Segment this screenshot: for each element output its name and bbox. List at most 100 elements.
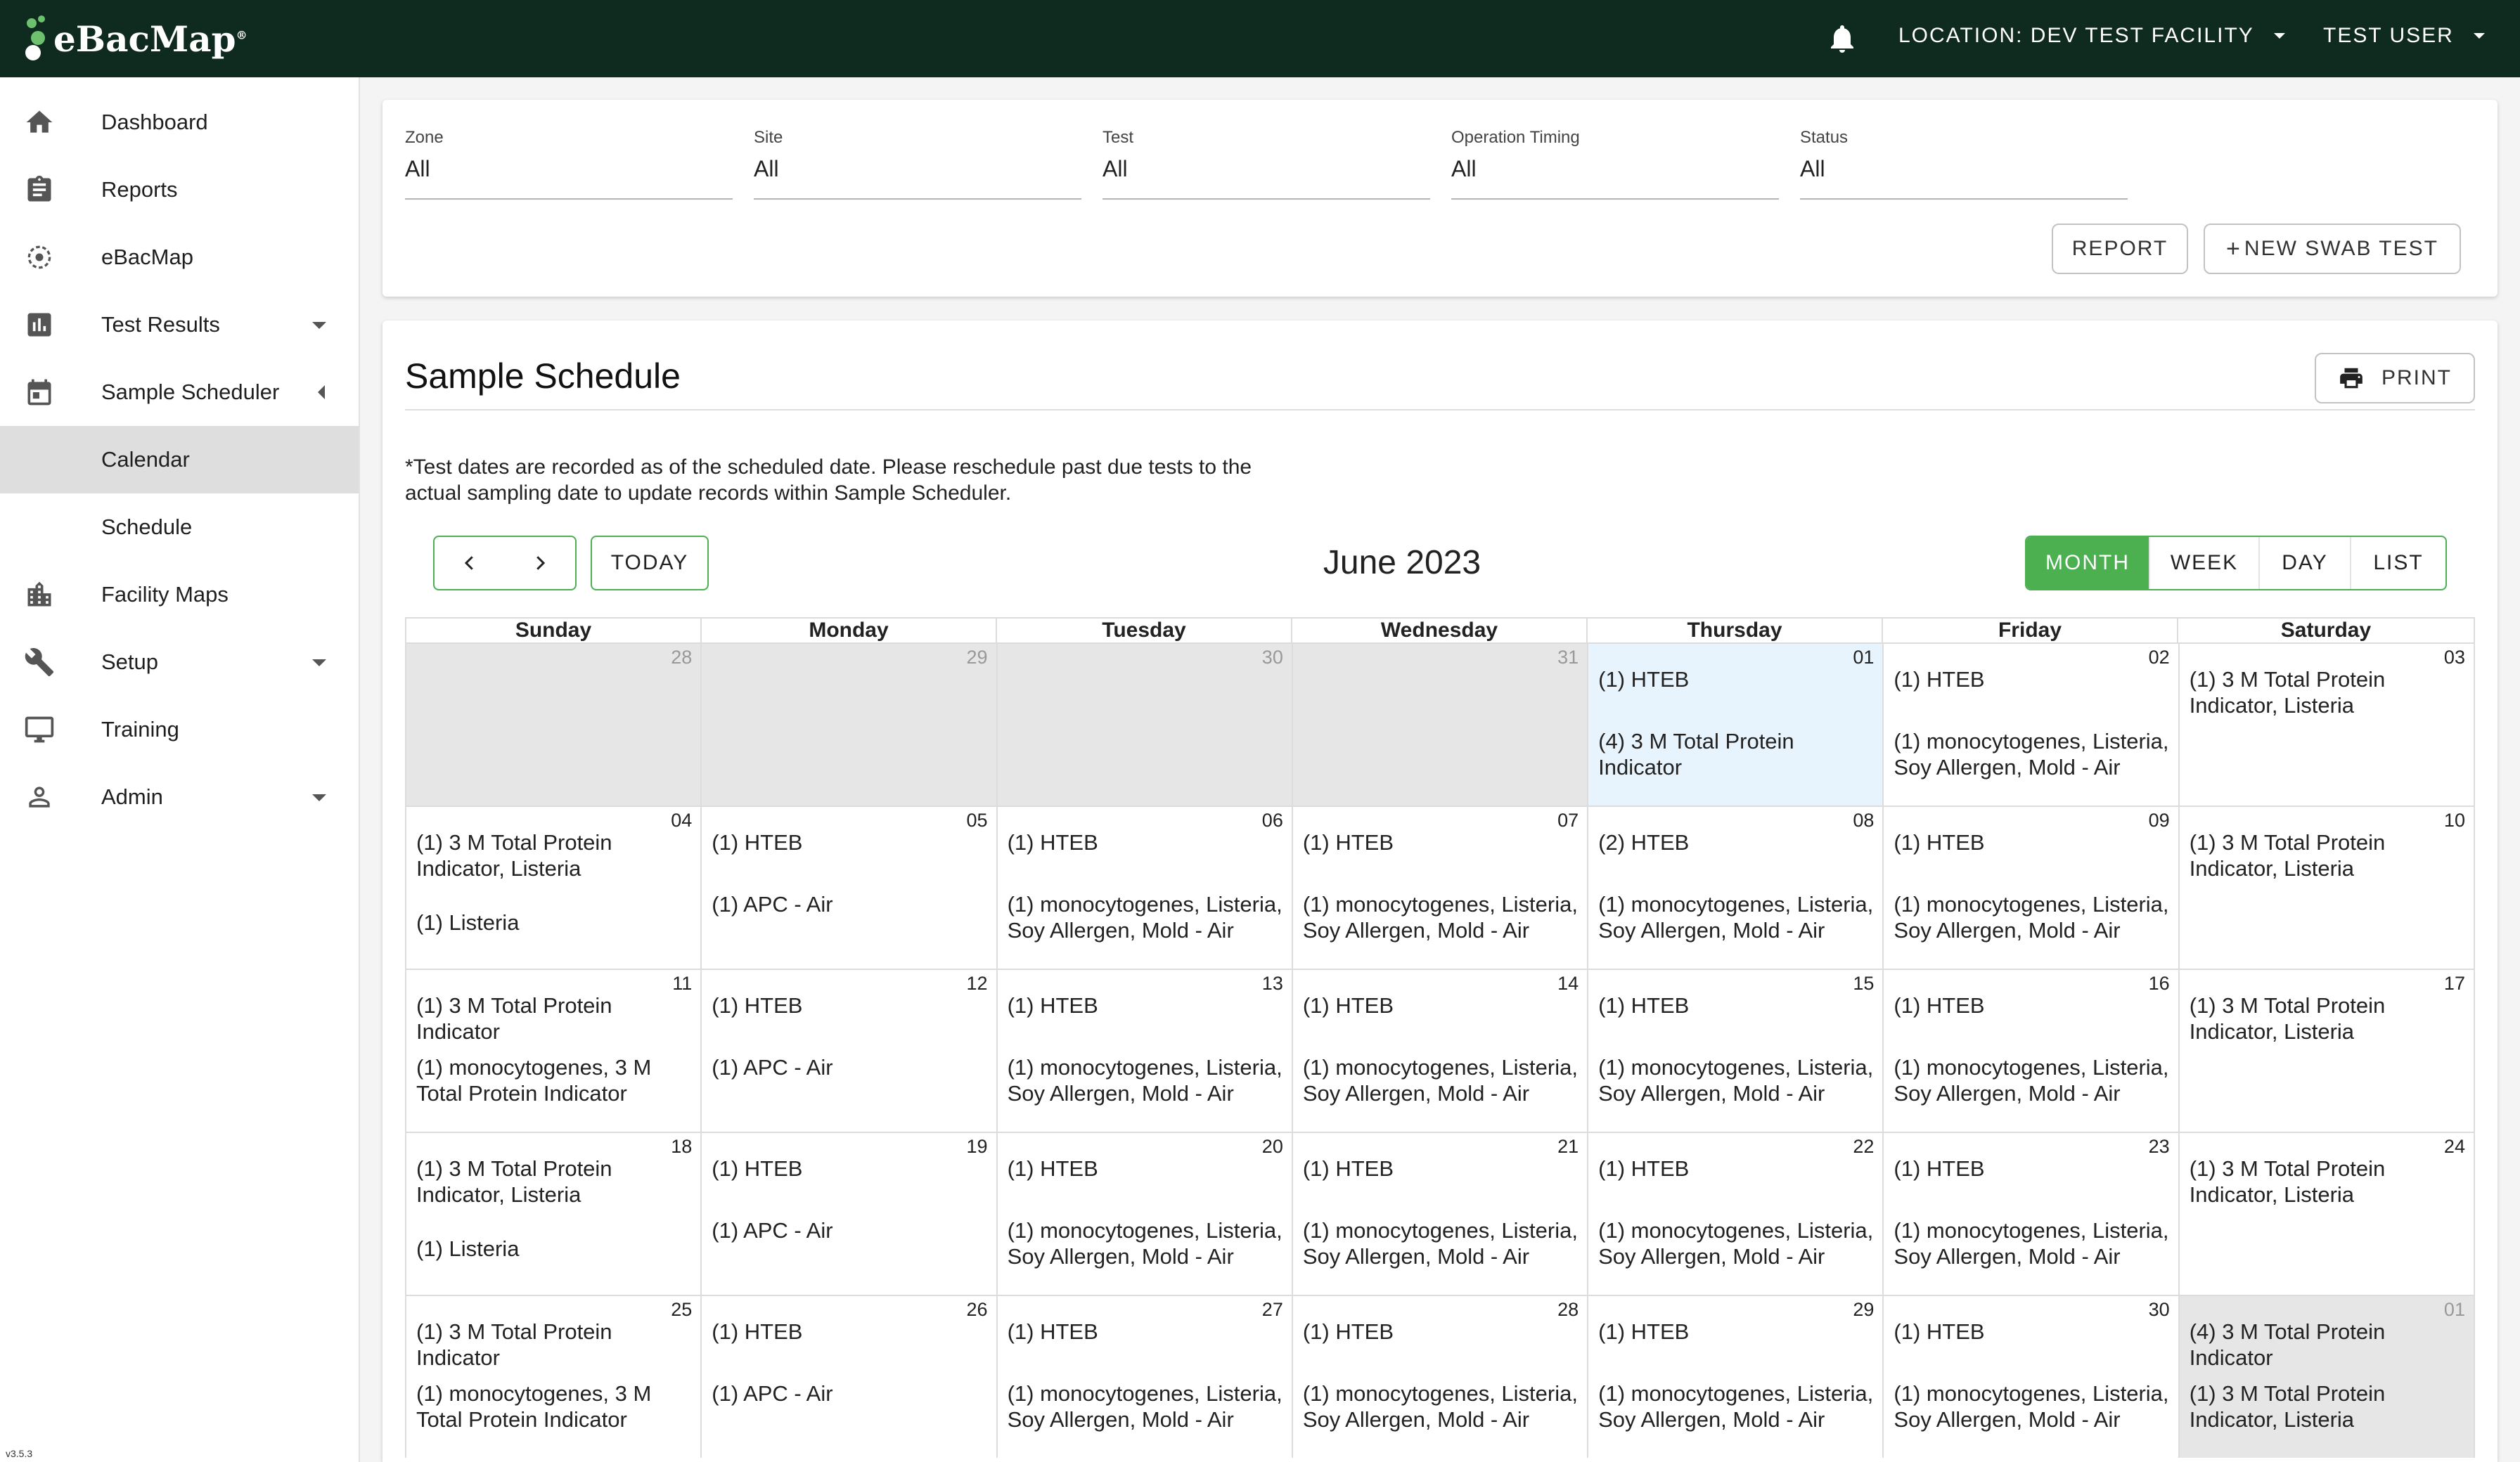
calendar-event[interactable]: (1) monocytogenes, 3 M Total Protein Ind… [416, 1054, 695, 1106]
calendar-event[interactable]: (1) 3 M Total Protein Indicator, Listeri… [416, 829, 695, 881]
calendar-day-cell[interactable]: 10 (1) 3 M Total Protein Indicator, Liste… [2179, 807, 2475, 969]
day-number[interactable]: 07 [1557, 810, 1579, 832]
calendar-event[interactable]: (1) HTEB [712, 1319, 990, 1345]
calendar-event[interactable]: (1) monocytogenes, Listeria, Soy Allerge… [1894, 891, 2172, 943]
zone-filter[interactable]: Zone All [405, 128, 733, 200]
calendar-event[interactable]: (1) monocytogenes, Listeria, Soy Allerge… [1598, 1380, 1877, 1432]
calendar-day-cell-today[interactable]: 01 (1) HTEB (4) 3 M Total Protein Indicato… [1588, 644, 1884, 806]
calendar-day-cell[interactable]: 08 (2) HTEB (1) monocytogenes, Listeria, S… [1588, 807, 1884, 969]
day-number[interactable]: 10 [2444, 810, 2465, 832]
calendar-day-cell[interactable]: 13 (1) HTEB (1) monocytogenes, Listeria, S… [997, 970, 1293, 1132]
calendar-event[interactable]: (1) 3 M Total Protein Indicator, Listeri… [2190, 666, 2468, 718]
calendar-event[interactable]: (1) HTEB [1598, 666, 1877, 692]
calendar-day-cell[interactable]: 28 [406, 644, 702, 806]
calendar-event[interactable]: (1) HTEB [712, 1156, 990, 1182]
calendar-event[interactable]: (1) APC - Air [712, 1217, 990, 1243]
calendar-day-cell[interactable]: 30 (1) HTEB (1) monocytogenes, Listeria, S… [1884, 1296, 2180, 1458]
location-selector[interactable]: LOCATION: DEV TEST FACILITY [1898, 24, 2285, 48]
day-number[interactable]: 18 [671, 1136, 692, 1158]
calendar-day-cell[interactable]: 01 (4) 3 M Total Protein Indicator (1) 3 M… [2179, 1296, 2475, 1458]
calendar-day-cell[interactable]: 05 (1) HTEB (1) APC - Air [702, 807, 998, 969]
calendar-event[interactable]: (1) HTEB [1894, 666, 2172, 692]
day-view-button[interactable]: DAY [2260, 537, 2351, 589]
day-number[interactable]: 03 [2444, 647, 2465, 668]
day-number[interactable]: 16 [2149, 973, 2170, 995]
day-number[interactable]: 30 [2149, 1299, 2170, 1321]
day-number[interactable]: 28 [1557, 1299, 1579, 1321]
test-filter[interactable]: Test All [1102, 128, 1430, 200]
calendar-event[interactable]: (1) HTEB [1598, 992, 1877, 1018]
calendar-day-cell[interactable]: 26 (1) HTEB (1) APC - Air [702, 1296, 998, 1458]
calendar-day-cell[interactable]: 30 [997, 644, 1293, 806]
calendar-day-cell[interactable]: 17 (1) 3 M Total Protein Indicator, Liste… [2179, 970, 2475, 1132]
day-number[interactable]: 28 [671, 647, 692, 668]
month-view-button[interactable]: MONTH [2026, 537, 2150, 589]
calendar-day-cell[interactable]: 31 [1292, 644, 1589, 806]
calendar-event[interactable]: (1) 3 M Total Protein Indicator, Listeri… [416, 1156, 695, 1208]
day-number[interactable]: 11 [672, 973, 692, 995]
day-number[interactable]: 27 [1262, 1299, 1283, 1321]
calendar-event[interactable]: (1) monocytogenes, Listeria, Soy Allerge… [1598, 1217, 1877, 1269]
calendar-day-cell[interactable]: 24 (1) 3 M Total Protein Indicator, Liste… [2179, 1133, 2475, 1295]
calendar-event[interactable]: (4) 3 M Total Protein Indicator [1598, 728, 1877, 780]
calendar-day-cell[interactable]: 15 (1) HTEB (1) monocytogenes, Listeria, S… [1588, 970, 1884, 1132]
calendar-event[interactable]: (1) monocytogenes, Listeria, Soy Allerge… [1894, 1054, 2172, 1106]
calendar-event[interactable]: (1) HTEB [1008, 1319, 1286, 1345]
calendar-event[interactable]: (1) 3 M Total Protein Indicator [416, 1319, 695, 1371]
day-number[interactable]: 24 [2444, 1136, 2465, 1158]
calendar-event[interactable]: (1) HTEB [712, 829, 990, 855]
day-number[interactable]: 20 [1262, 1136, 1283, 1158]
calendar-event[interactable]: (1) monocytogenes, Listeria, Soy Allerge… [1598, 1054, 1877, 1106]
calendar-event[interactable]: (1) HTEB [1598, 1156, 1877, 1182]
day-number[interactable]: 29 [967, 647, 988, 668]
calendar-event[interactable]: (1) monocytogenes, 3 M Total Protein Ind… [416, 1380, 695, 1432]
calendar-event[interactable]: (1) monocytogenes, Listeria, Soy Allerge… [1008, 1054, 1286, 1106]
calendar-event[interactable]: (1) monocytogenes, Listeria, Soy Allerge… [1303, 891, 1581, 943]
calendar-event[interactable]: (4) 3 M Total Protein Indicator [2190, 1319, 2468, 1371]
sidebar-item-reports[interactable]: Reports [0, 156, 359, 224]
calendar-event[interactable]: (1) monocytogenes, Listeria, Soy Allerge… [1303, 1054, 1581, 1106]
user-menu[interactable]: TEST USER [2323, 24, 2485, 48]
day-number[interactable]: 12 [967, 973, 988, 995]
calendar-event[interactable]: (1) monocytogenes, Listeria, Soy Allerge… [1598, 891, 1877, 943]
calendar-day-cell[interactable]: 09 (1) HTEB (1) monocytogenes, Listeria, S… [1884, 807, 2180, 969]
operation-timing-filter[interactable]: Operation Timing All [1451, 128, 1779, 200]
day-number[interactable]: 19 [967, 1136, 988, 1158]
calendar-day-cell[interactable]: 03 (1) 3 M Total Protein Indicator, Liste… [2179, 644, 2475, 806]
calendar-event[interactable]: (1) APC - Air [712, 891, 990, 917]
calendar-day-cell[interactable]: 29 [702, 644, 998, 806]
next-month-button[interactable] [505, 537, 575, 589]
calendar-event[interactable]: (1) HTEB [1894, 1156, 2172, 1182]
day-number[interactable]: 14 [1557, 973, 1579, 995]
calendar-event[interactable]: (1) APC - Air [712, 1054, 990, 1080]
day-number[interactable]: 06 [1262, 810, 1283, 832]
calendar-event[interactable]: (1) HTEB [1894, 1319, 2172, 1345]
calendar-event[interactable]: (1) monocytogenes, Listeria, Soy Allerge… [1008, 1380, 1286, 1432]
calendar-day-cell[interactable]: 16 (1) HTEB (1) monocytogenes, Listeria, S… [1884, 970, 2180, 1132]
day-number[interactable]: 21 [1557, 1136, 1579, 1158]
notifications-bell-icon[interactable] [1825, 21, 1859, 56]
calendar-event[interactable]: (1) 3 M Total Protein Indicator, Listeri… [2190, 992, 2468, 1044]
calendar-day-cell[interactable]: 21 (1) HTEB (1) monocytogenes, Listeria, S… [1292, 1133, 1589, 1295]
calendar-event[interactable]: (1) HTEB [1894, 992, 2172, 1018]
calendar-event[interactable]: (1) HTEB [1598, 1319, 1877, 1345]
calendar-day-cell[interactable]: 12 (1) HTEB (1) APC - Air [702, 970, 998, 1132]
calendar-event[interactable]: (1) HTEB [1303, 1319, 1581, 1345]
calendar-event[interactable]: (1) monocytogenes, Listeria, Soy Allerge… [1894, 1217, 2172, 1269]
day-number[interactable]: 08 [1853, 810, 1874, 832]
calendar-event[interactable]: (1) 3 M Total Protein Indicator, Listeri… [2190, 1156, 2468, 1208]
day-number[interactable]: 25 [671, 1299, 692, 1321]
day-number[interactable]: 13 [1262, 973, 1283, 995]
day-number[interactable]: 01 [1853, 647, 1874, 668]
calendar-day-cell[interactable]: 28 (1) HTEB (1) monocytogenes, Listeria, S… [1292, 1296, 1589, 1458]
calendar-event[interactable]: (1) HTEB [712, 992, 990, 1018]
calendar-event[interactable]: (1) monocytogenes, Listeria, Soy Allerge… [1008, 1217, 1286, 1269]
week-view-button[interactable]: WEEK [2150, 537, 2260, 589]
calendar-event[interactable]: (1) HTEB [1008, 992, 1286, 1018]
calendar-event[interactable]: (1) HTEB [1303, 992, 1581, 1018]
calendar-day-cell[interactable]: 18 (1) 3 M Total Protein Indicator, Liste… [406, 1133, 702, 1295]
calendar-day-cell[interactable]: 29 (1) HTEB (1) monocytogenes, Listeria, S… [1588, 1296, 1884, 1458]
sidebar-item-setup[interactable]: Setup [0, 628, 359, 696]
calendar-day-cell[interactable]: 20 (1) HTEB (1) monocytogenes, Listeria, S… [997, 1133, 1293, 1295]
day-number[interactable]: 29 [1853, 1299, 1874, 1321]
